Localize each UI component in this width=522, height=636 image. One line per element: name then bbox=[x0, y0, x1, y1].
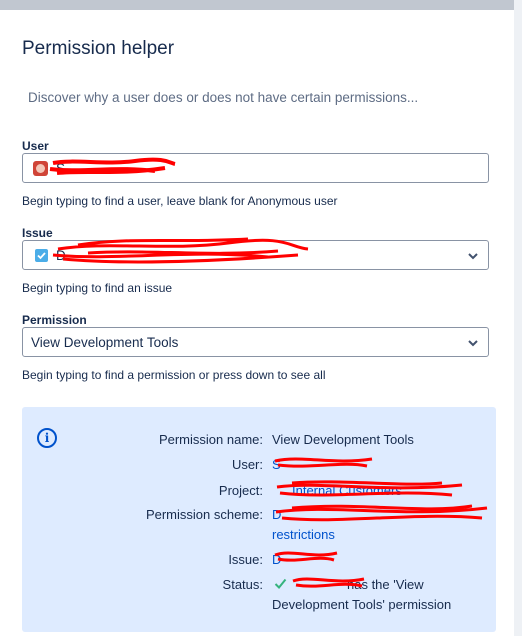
project-label: Project: bbox=[218, 483, 263, 498]
permission-select[interactable]: View Development Tools bbox=[22, 327, 489, 357]
permission-help-text: Begin typing to find a permission or pre… bbox=[22, 368, 326, 382]
permission-name-label: Permission name: bbox=[158, 432, 263, 447]
green-checkmark-icon bbox=[274, 578, 287, 589]
user-help-text: Begin typing to find a user, leave blank… bbox=[22, 194, 338, 208]
chevron-down-icon bbox=[468, 340, 478, 347]
user-input[interactable]: S bbox=[22, 153, 489, 183]
permission-scheme-link[interactable]: D bbox=[272, 507, 281, 522]
permission-select-value: View Development Tools bbox=[31, 335, 179, 350]
permission-result-panel: i Permission name: View Development Tool… bbox=[22, 407, 496, 632]
issue-result-label: Issue: bbox=[228, 552, 263, 567]
issue-result-redaction bbox=[274, 551, 338, 562]
info-icon: i bbox=[37, 428, 57, 448]
user-label: User bbox=[22, 139, 49, 153]
page-description: Discover why a user does or does not hav… bbox=[28, 90, 419, 105]
issue-select-value: D bbox=[56, 248, 66, 263]
page-title: Permission helper bbox=[22, 38, 175, 59]
window-top-bar bbox=[0, 0, 522, 10]
user-avatar-icon bbox=[33, 161, 48, 176]
status-value: has the 'View bbox=[347, 577, 424, 592]
permission-scheme-link-cont[interactable]: restrictions bbox=[272, 527, 335, 542]
issue-result-link[interactable]: D bbox=[272, 552, 281, 567]
status-label: Status: bbox=[222, 577, 263, 592]
issue-label: Issue bbox=[22, 226, 53, 240]
issue-select[interactable]: D bbox=[22, 240, 489, 270]
project-link[interactable]: Internal Customers bbox=[292, 483, 402, 498]
user-input-value: S bbox=[56, 161, 66, 176]
issue-help-text: Begin typing to find an issue bbox=[22, 281, 173, 295]
user-result-label: User: bbox=[231, 457, 263, 472]
user-result-redaction bbox=[274, 457, 373, 468]
task-checkbox-icon bbox=[35, 249, 48, 262]
scroll-edge bbox=[514, 0, 522, 636]
permission-name-value: View Development Tools bbox=[272, 432, 414, 447]
permission-scheme-label: Permission scheme: bbox=[145, 507, 263, 522]
status-value-cont: Development Tools' permission bbox=[272, 597, 452, 612]
chevron-down-icon bbox=[468, 253, 478, 260]
user-result-link[interactable]: S bbox=[272, 457, 281, 472]
permission-label: Permission bbox=[22, 313, 87, 327]
scheme-redaction bbox=[275, 504, 488, 522]
